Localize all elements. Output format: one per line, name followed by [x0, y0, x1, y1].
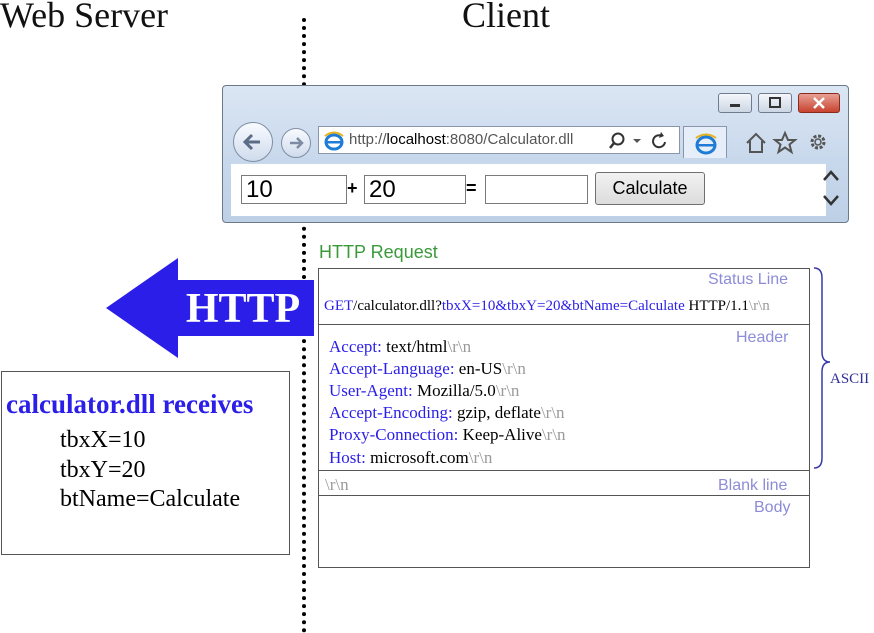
header-name: Host: [329, 448, 366, 467]
status-header-divider [318, 324, 810, 325]
address-rest: :8080/Calculator.dll [445, 131, 574, 148]
chevron-down-icon[interactable] [633, 139, 641, 143]
header-crlf: \r\n [495, 381, 520, 400]
receiver-line: tbxX=10 [60, 427, 146, 453]
status-line-text: GET/calculator.dll?tbxX=10&tbxY=20&btNam… [324, 298, 770, 315]
address-prefix: http:// [349, 131, 387, 148]
scrollbar[interactable] [821, 166, 841, 212]
header-crlf: \r\n [447, 337, 472, 356]
plus-sign: + [347, 178, 358, 198]
header-crlf: \r\n [541, 425, 566, 444]
header-name: Accept-Language: [329, 359, 455, 378]
http-arrow: HTTP [106, 258, 314, 358]
header-value: Keep-Alive [458, 425, 542, 444]
header-value: text/html [381, 337, 448, 356]
header-line: User-Agent: Mozilla/5.0\r\n [329, 380, 519, 402]
browser-toolbar-icons [746, 130, 826, 155]
blank-line-label: Blank line [718, 477, 788, 494]
back-button[interactable] [233, 122, 273, 162]
status-query: tbxX=10&tbxY=20&btName=Calculate [441, 298, 685, 314]
client-title: Client [462, 0, 550, 35]
header-name: Accept: [329, 337, 382, 356]
header-line: Proxy-Connection: Keep-Alive\r\n [329, 424, 566, 446]
blank-line-crlf: \r\n [325, 475, 349, 494]
receiver-line: btName=Calculate [60, 486, 241, 512]
address-url: http://localhost:8080/Calculator.dll [349, 131, 573, 148]
receiver-title: calculator.dll receives [6, 389, 254, 419]
equals-sign: = [466, 178, 477, 198]
maximize-icon [769, 97, 781, 108]
ascii-brace [813, 267, 831, 469]
header-name: Proxy-Connection: [329, 425, 459, 444]
browser-tab[interactable] [683, 126, 727, 158]
status-crlf: \r\n [748, 298, 770, 314]
header-value: gzip, deflate [452, 403, 541, 422]
ascii-label: ASCII [830, 371, 870, 387]
header-name: User-Agent: [329, 381, 413, 400]
home-icon[interactable] [746, 132, 766, 153]
calculate-button[interactable]: Calculate [595, 172, 705, 205]
address-host: localhost [386, 131, 446, 148]
browser-window: http://localhost:8080/Calculator.dll 10 … [222, 85, 849, 223]
header-blank-divider [318, 470, 810, 471]
scroll-down-icon[interactable] [823, 195, 839, 206]
address-tools [609, 132, 666, 149]
forward-arrow-icon [290, 137, 304, 149]
minimize-button[interactable] [718, 93, 752, 113]
input-result[interactable] [485, 175, 588, 204]
http-request-title: HTTP Request [319, 242, 438, 262]
ie-logo-icon [324, 131, 344, 151]
tab-ie-logo-icon [695, 133, 717, 155]
header-line: Accept-Encoding: gzip, deflate\r\n [329, 402, 565, 424]
header-line: Host: microsoft.com\r\n [329, 447, 492, 469]
minimize-icon [730, 104, 740, 107]
header-value: Mozilla/5.0 [412, 381, 496, 400]
header-crlf: \r\n [502, 359, 526, 378]
input-x[interactable]: 10 [241, 175, 347, 204]
scroll-up-icon[interactable] [823, 170, 839, 181]
web-server-title: Web Server [0, 0, 169, 35]
gear-icon[interactable] [810, 134, 826, 150]
maximize-button[interactable] [758, 93, 792, 113]
header-value: microsoft.com [365, 448, 469, 467]
status-method: GET [324, 298, 354, 314]
refresh-icon[interactable] [652, 132, 666, 149]
favorites-star-icon[interactable] [772, 130, 798, 155]
forward-button[interactable] [281, 128, 311, 158]
header-crlf: \r\n [540, 403, 565, 422]
back-arrow-icon [242, 133, 260, 151]
status-path: /calculator.dll? [353, 298, 442, 314]
header-line: Accept: text/html\r\n [329, 336, 471, 358]
blank-body-divider [318, 495, 810, 496]
body-label: Body [754, 499, 791, 516]
search-icon[interactable] [609, 132, 625, 149]
status-line-label: Status Line [708, 271, 789, 288]
header-line: Accept-Language: en-US\r\n [329, 358, 526, 380]
status-version: HTTP/1.1 [684, 298, 749, 314]
receiver-line: tbxY=20 [60, 457, 146, 483]
address-bar[interactable]: http://localhost:8080/Calculator.dll [318, 126, 680, 154]
input-y[interactable]: 20 [364, 175, 466, 204]
close-icon [813, 97, 825, 109]
header-name: Accept-Encoding: [329, 403, 453, 422]
header-crlf: \r\n [468, 448, 493, 467]
close-button[interactable] [798, 93, 840, 113]
header-value: en-US [454, 359, 503, 378]
http-arrow-label: HTTP [186, 286, 300, 332]
header-label: Header [736, 329, 789, 346]
